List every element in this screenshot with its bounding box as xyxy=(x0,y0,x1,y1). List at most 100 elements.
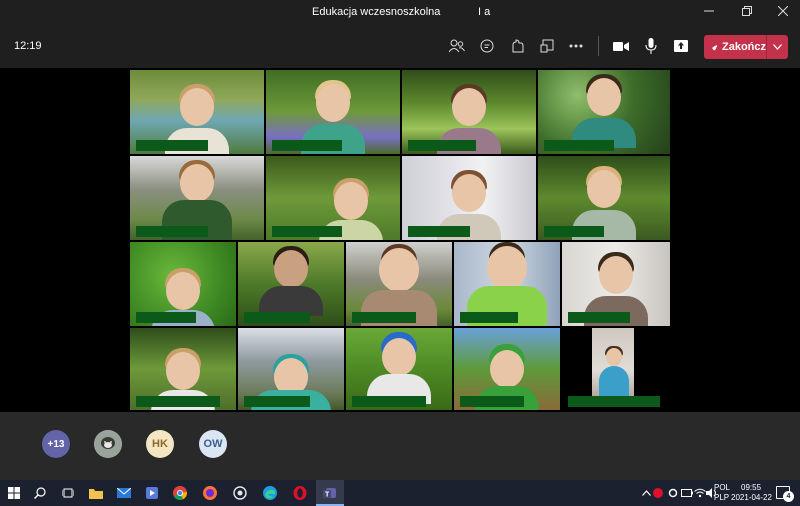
system-time[interactable]: 09:55 xyxy=(741,483,761,493)
participant-face xyxy=(166,272,200,310)
more-actions-button[interactable] xyxy=(565,36,587,56)
participant-face xyxy=(382,338,416,376)
participants-button[interactable] xyxy=(446,36,468,56)
end-call-button[interactable]: Zakończ xyxy=(704,35,788,59)
close-icon xyxy=(777,5,789,17)
participant-video-tile[interactable] xyxy=(402,70,536,154)
mail-icon xyxy=(117,488,131,498)
participant-face xyxy=(379,248,419,292)
phone-hangup-icon xyxy=(712,44,717,50)
participant-name-bar xyxy=(136,140,208,151)
participant-face xyxy=(166,352,200,390)
participant-name-bar xyxy=(272,140,342,151)
participant-video-tile[interactable] xyxy=(130,242,236,326)
reactions-icon xyxy=(512,39,524,53)
firefox-button[interactable] xyxy=(200,483,220,503)
task-view-button[interactable] xyxy=(58,483,78,503)
media-player-icon xyxy=(146,487,158,499)
app-button[interactable] xyxy=(230,483,250,503)
more-icon xyxy=(569,44,583,48)
participant-video-tile[interactable] xyxy=(454,242,560,326)
window-subtitle: I a xyxy=(478,6,491,18)
participant-name-bar xyxy=(544,140,614,151)
leave-options-button[interactable] xyxy=(766,35,788,59)
reactions-button[interactable] xyxy=(506,36,528,56)
participant-video-tile[interactable] xyxy=(538,156,670,240)
file-explorer-button[interactable] xyxy=(86,483,106,503)
meeting-toolbar: 12:19 Zakończ xyxy=(0,24,800,68)
end-call-label: Zakończ xyxy=(721,41,766,53)
participant-video-tile[interactable] xyxy=(562,328,670,410)
opera-button[interactable] xyxy=(290,483,310,503)
participant-name-bar xyxy=(352,396,426,407)
participant-face xyxy=(452,88,486,126)
participant-face xyxy=(274,250,308,288)
chat-icon xyxy=(480,39,494,53)
chevron-down-icon xyxy=(773,44,782,50)
restore-button[interactable] xyxy=(728,0,766,24)
participant-video-tile[interactable] xyxy=(130,156,264,240)
avatar[interactable] xyxy=(94,430,122,458)
more-participants-button[interactable]: +13 xyxy=(42,430,70,458)
participant-name-bar xyxy=(460,396,524,407)
mail-button[interactable] xyxy=(114,483,134,503)
avatar[interactable]: HK xyxy=(146,430,174,458)
input-language[interactable]: POL xyxy=(714,483,730,493)
participant-face xyxy=(334,182,368,220)
participant-face xyxy=(587,78,621,116)
participant-video-tile[interactable] xyxy=(454,328,560,410)
share-content-button[interactable] xyxy=(670,36,692,56)
microphone-button[interactable] xyxy=(640,36,662,56)
participant-video-tile[interactable] xyxy=(130,328,236,410)
folder-icon xyxy=(89,488,103,499)
participant-name-bar xyxy=(244,396,310,407)
search-button[interactable] xyxy=(30,483,50,503)
participant-video-tile[interactable] xyxy=(562,242,670,326)
chrome-button[interactable] xyxy=(170,483,190,503)
participant-video-tile[interactable] xyxy=(238,328,344,410)
avatar[interactable]: OW xyxy=(199,430,227,458)
opera-icon xyxy=(293,486,307,500)
task-view-icon xyxy=(62,488,74,498)
teams-window: Edukacja wczesnoszkolna I a 12:19 Zakońc… xyxy=(0,0,800,506)
antivirus-icon xyxy=(653,488,663,498)
participant-video-tile[interactable] xyxy=(130,70,264,154)
participant-name-bar xyxy=(460,312,518,323)
participant-name-bar xyxy=(272,226,342,237)
toolbar-divider xyxy=(598,36,599,56)
start-button[interactable] xyxy=(4,483,24,503)
profile-photo-icon xyxy=(94,430,122,458)
participant-body xyxy=(599,366,629,396)
minimize-button[interactable] xyxy=(690,0,728,24)
chrome-icon xyxy=(173,486,187,500)
leave-button[interactable]: Zakończ xyxy=(704,35,766,59)
camera-icon xyxy=(613,41,629,51)
participant-name-bar xyxy=(136,226,208,237)
keyboard-layout[interactable]: PLP xyxy=(714,493,729,503)
meeting-clock: 12:19 xyxy=(14,40,42,52)
restore-icon xyxy=(742,6,752,16)
participant-video-tile[interactable] xyxy=(238,242,344,326)
edge-button[interactable] xyxy=(260,483,280,503)
participant-video-tile[interactable] xyxy=(266,70,400,154)
teams-icon: T xyxy=(323,488,336,499)
video-grid xyxy=(130,70,670,410)
participant-video-tile[interactable] xyxy=(346,328,452,410)
title-bar: Edukacja wczesnoszkolna I a xyxy=(0,0,800,24)
participant-face xyxy=(487,246,527,290)
camera-button[interactable] xyxy=(610,36,632,56)
microphone-icon xyxy=(645,38,657,54)
participant-video-tile[interactable] xyxy=(538,70,670,154)
participant-video-tile[interactable] xyxy=(402,156,536,240)
teams-button[interactable]: T xyxy=(320,483,340,503)
search-icon xyxy=(34,487,46,499)
share-tray-button[interactable] xyxy=(536,36,558,56)
taskbar: T POL PLP 09:55 2021-04-22 4 xyxy=(0,480,800,506)
media-player-button[interactable] xyxy=(142,483,162,503)
close-button[interactable] xyxy=(764,0,800,24)
participant-face xyxy=(490,350,524,388)
system-date[interactable]: 2021-04-22 xyxy=(731,493,772,503)
participant-video-tile[interactable] xyxy=(266,156,400,240)
participant-video-tile[interactable] xyxy=(346,242,452,326)
chat-button[interactable] xyxy=(476,36,498,56)
